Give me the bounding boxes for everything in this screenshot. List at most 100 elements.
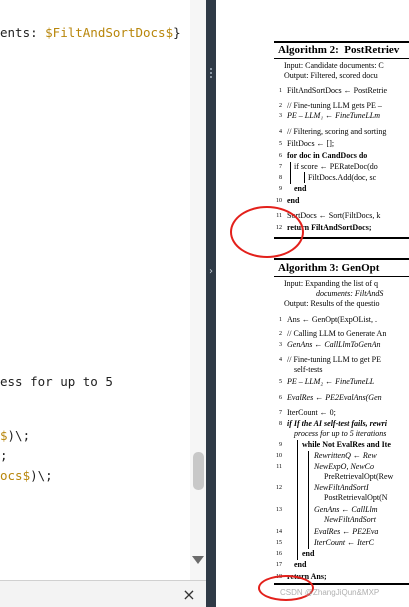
algorithm-line: SortDocs ← Sort(FiltDocs, k bbox=[287, 211, 381, 220]
algorithm-line: end bbox=[294, 184, 307, 193]
code-math-token: ocs$ bbox=[0, 468, 31, 483]
line-number: 10 bbox=[276, 453, 282, 459]
algorithm-output: Output: Results of the questio bbox=[284, 299, 380, 308]
algorithm-line: end bbox=[302, 549, 315, 558]
algorithm-rule bbox=[274, 276, 409, 277]
algorithm-input: Input: Candidate documents: C bbox=[284, 61, 384, 70]
algorithm-line: NewFiltAndSort bbox=[324, 515, 376, 524]
code-text: ents: bbox=[0, 25, 46, 40]
algorithm-line: process for up to 5 iterations bbox=[294, 429, 387, 438]
algorithm-line: while Not EvalRes and Ite bbox=[302, 440, 391, 449]
line-number: 11 bbox=[276, 464, 282, 470]
algorithm-line: // Fine-tuning LLM to get PE bbox=[287, 355, 381, 364]
algorithm-line: end bbox=[287, 196, 300, 205]
line-number: 1 bbox=[279, 88, 282, 94]
line-number: 7 bbox=[279, 410, 282, 416]
algorithm-line: if score ← PERateDoc(do bbox=[294, 162, 378, 171]
line-number: 16 bbox=[276, 551, 282, 557]
latex-source-editor[interactable]: ents: $FiltAndSortDocs$} ess for up to 5… bbox=[0, 0, 206, 607]
collapse-pane-chevron-icon[interactable]: › bbox=[207, 265, 215, 279]
algorithm-line: // Fine-tuning LLM gets PE – bbox=[287, 101, 382, 110]
algorithm-line: PostRetrievalOpt(N bbox=[324, 493, 388, 502]
code-line[interactable]: $)\; bbox=[0, 428, 30, 443]
grip-dot bbox=[210, 68, 212, 70]
line-number: 6 bbox=[279, 395, 282, 401]
line-number: 2 bbox=[279, 103, 282, 109]
line-number: 17 bbox=[276, 562, 282, 568]
line-number: 9 bbox=[279, 442, 282, 448]
algorithm-line: IterCount ← IterC bbox=[314, 538, 374, 547]
pdf-preview[interactable]: Algorithm 2: PostRetriev Input: Candidat… bbox=[216, 0, 409, 607]
indent-guide bbox=[308, 451, 309, 549]
grip-dot bbox=[210, 76, 212, 78]
algorithm-line: FiltDocs ← []; bbox=[287, 139, 335, 148]
line-number: 3 bbox=[279, 342, 282, 348]
watermark: CSDN @ZhangJiQun&MXP bbox=[280, 588, 380, 597]
line-number: 5 bbox=[279, 141, 282, 147]
line-number: 4 bbox=[279, 129, 282, 135]
code-line[interactable]: ess for up to 5 bbox=[0, 374, 113, 389]
editor-scrollbar-thumb[interactable] bbox=[193, 452, 204, 490]
algorithm-line: FiltAndSortDocs ← PostRetrie bbox=[287, 86, 388, 95]
line-number: 5 bbox=[279, 379, 282, 385]
code-line[interactable]: ents: $FiltAndSortDocs$} bbox=[0, 25, 181, 40]
annotation-circle bbox=[230, 206, 304, 258]
algorithm-line: EvalRes ← PE2EvalAns(Gen bbox=[287, 393, 382, 402]
algorithm-line: GenAns ← CallLlmToGenAn bbox=[287, 340, 381, 349]
code-text: )\; bbox=[7, 428, 31, 443]
code-text: )\; bbox=[30, 468, 53, 483]
algorithm-line: if If the AI self-test fails, rewri bbox=[287, 419, 387, 428]
line-number: 10 bbox=[276, 198, 282, 204]
line-number: 15 bbox=[276, 540, 282, 546]
line-number: 14 bbox=[276, 529, 282, 535]
pane-splitter[interactable] bbox=[206, 0, 216, 607]
grip-dot bbox=[210, 72, 212, 74]
algorithm-rule bbox=[274, 58, 409, 59]
algorithm-line: PreRetrievalOpt(Rew bbox=[324, 472, 394, 481]
code-math-token: $ bbox=[0, 428, 8, 443]
line-number: 13 bbox=[276, 507, 282, 513]
algorithm-input: Input: Expanding the list of q bbox=[284, 279, 378, 288]
line-number: 8 bbox=[279, 421, 282, 427]
editor-bottom-panel bbox=[0, 580, 206, 607]
algorithm-top-rule bbox=[274, 258, 409, 260]
line-number: 6 bbox=[279, 153, 282, 159]
algorithm-line: for doc in CandDocs do bbox=[287, 151, 368, 160]
algorithm-line: PE – LLM₂ ← FineTuneLL bbox=[287, 377, 375, 386]
code-line[interactable]: ; bbox=[0, 448, 8, 463]
line-number: 3 bbox=[279, 113, 282, 119]
indent-guide bbox=[297, 440, 298, 560]
line-number: 8 bbox=[279, 175, 282, 181]
algorithm-line: NewFiltAndSortI bbox=[314, 483, 369, 492]
algorithm-line: Ans ← GenOpt(ExpOList, . bbox=[287, 315, 377, 324]
algorithm-line: GenAns ← CallLlm bbox=[314, 505, 378, 514]
algorithm-line: end bbox=[294, 560, 307, 569]
algorithm-line: FiltDocs.Add(doc, sc bbox=[308, 173, 377, 182]
algorithm-line: PE – LLM₁ ← FineTuneLLm bbox=[287, 111, 381, 120]
line-number: 12 bbox=[276, 485, 282, 491]
close-icon[interactable]: × bbox=[180, 586, 198, 604]
editor-scrollbar[interactable] bbox=[190, 0, 206, 580]
line-number: 7 bbox=[279, 164, 282, 170]
scroll-down-arrow-icon[interactable] bbox=[192, 556, 204, 564]
algorithm-top-rule bbox=[274, 41, 409, 43]
algorithm-line: self-tests bbox=[294, 365, 323, 374]
code-math-token: $FiltAndSortDocs$ bbox=[45, 25, 174, 40]
code-line[interactable]: ocs$)\; bbox=[0, 468, 53, 483]
line-number: 9 bbox=[279, 186, 282, 192]
algorithm-3-title: Algorithm 3: GenOpt bbox=[278, 262, 380, 274]
algorithm-2-title: Algorithm 2: PostRetriev bbox=[278, 44, 400, 56]
indent-guide bbox=[290, 162, 291, 184]
line-number: 2 bbox=[279, 331, 282, 337]
code-text: ess for up to 5 bbox=[0, 374, 113, 389]
line-number: 1 bbox=[279, 317, 282, 323]
algorithm-line: // Filtering, scoring and sorting bbox=[287, 127, 387, 136]
indent-guide bbox=[304, 172, 305, 183]
code-text: ; bbox=[0, 448, 8, 463]
algorithm-output: Output: Filtered, scored docu bbox=[284, 71, 378, 80]
algorithm-line: // Calling LLM to Generate An bbox=[287, 329, 387, 338]
algorithm-line: IterCount ← 0; bbox=[287, 408, 336, 417]
algorithm-line: NewExpO, NewCo bbox=[314, 462, 374, 471]
code-text: } bbox=[173, 25, 181, 40]
algorithm-input-cont: documents: FiltAndS bbox=[316, 289, 384, 298]
